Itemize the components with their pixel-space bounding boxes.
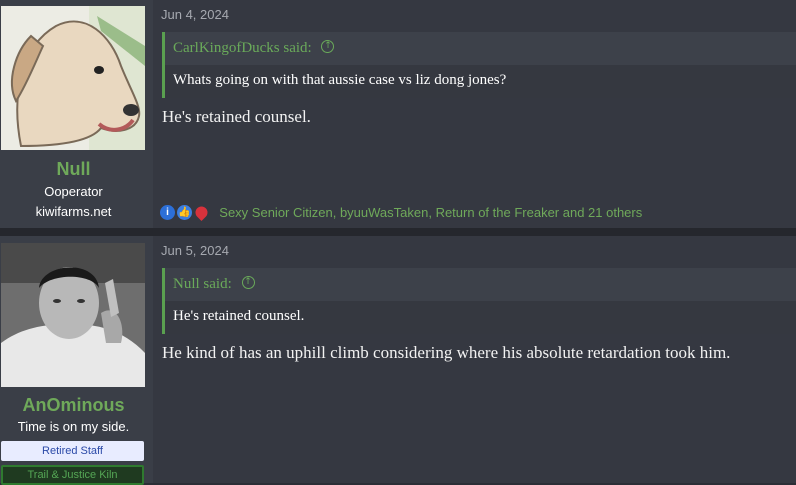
post-date[interactable]: Jun 4, 2024 xyxy=(161,7,229,22)
quote-header[interactable]: CarlKingofDucks said: ↑ xyxy=(165,32,796,65)
post-separator xyxy=(0,228,796,236)
user-banner: Trail & Justice Kiln xyxy=(1,465,144,485)
heart-icon xyxy=(193,204,211,221)
post-body: He kind of has an uphill climb consideri… xyxy=(162,343,731,362)
post-main: Jun 4, 2024 CarlKingofDucks said: ↑ What… xyxy=(153,0,796,228)
quote-author[interactable]: CarlKingofDucks said: xyxy=(173,40,312,56)
user-title: Time is on my side. xyxy=(17,419,130,434)
quote-header[interactable]: Null said: ↑ xyxy=(165,268,796,301)
post-body: He's retained counsel. xyxy=(162,107,311,126)
avatar[interactable] xyxy=(1,243,145,387)
post: Null Ooperator kiwifarms.net Jun 4, 2024… xyxy=(0,0,796,228)
post-date[interactable]: Jun 5, 2024 xyxy=(161,243,229,258)
user-sidebar: AnOminous Time is on my side. Retired St… xyxy=(0,236,153,485)
user-banner-staff: Retired Staff xyxy=(1,441,144,461)
quote-block: CarlKingofDucks said: ↑ Whats going on w… xyxy=(162,32,796,98)
post-main: Jun 5, 2024 Null said: ↑ He's retained c… xyxy=(153,236,796,483)
reaction-users[interactable]: Sexy Senior Citizen, byuuWasTaken, Retur… xyxy=(219,205,642,220)
user-sidebar: Null Ooperator kiwifarms.net xyxy=(0,0,153,228)
avatar[interactable] xyxy=(1,6,145,150)
quote-block: Null said: ↑ He's retained counsel. xyxy=(162,268,796,334)
quote-author[interactable]: Null said: xyxy=(173,276,232,292)
quote-text: He's retained counsel. xyxy=(165,301,796,334)
like-icon: 👍 xyxy=(177,205,193,220)
informative-icon: i xyxy=(160,205,175,220)
user-subtitle: kiwifarms.net xyxy=(35,204,112,219)
quote-text: Whats going on with that aussie case vs … xyxy=(165,65,796,98)
reaction-bar[interactable]: i 👍 Sexy Senior Citizen, byuuWasTaken, R… xyxy=(160,202,642,221)
username[interactable]: Null xyxy=(0,159,147,180)
arrow-up-circle-icon[interactable]: ↑ xyxy=(321,40,335,54)
arrow-up-circle-icon[interactable]: ↑ xyxy=(241,276,255,290)
username[interactable]: AnOminous xyxy=(0,395,147,416)
user-title: Ooperator xyxy=(44,184,103,199)
post: AnOminous Time is on my side. Retired St… xyxy=(0,236,796,485)
